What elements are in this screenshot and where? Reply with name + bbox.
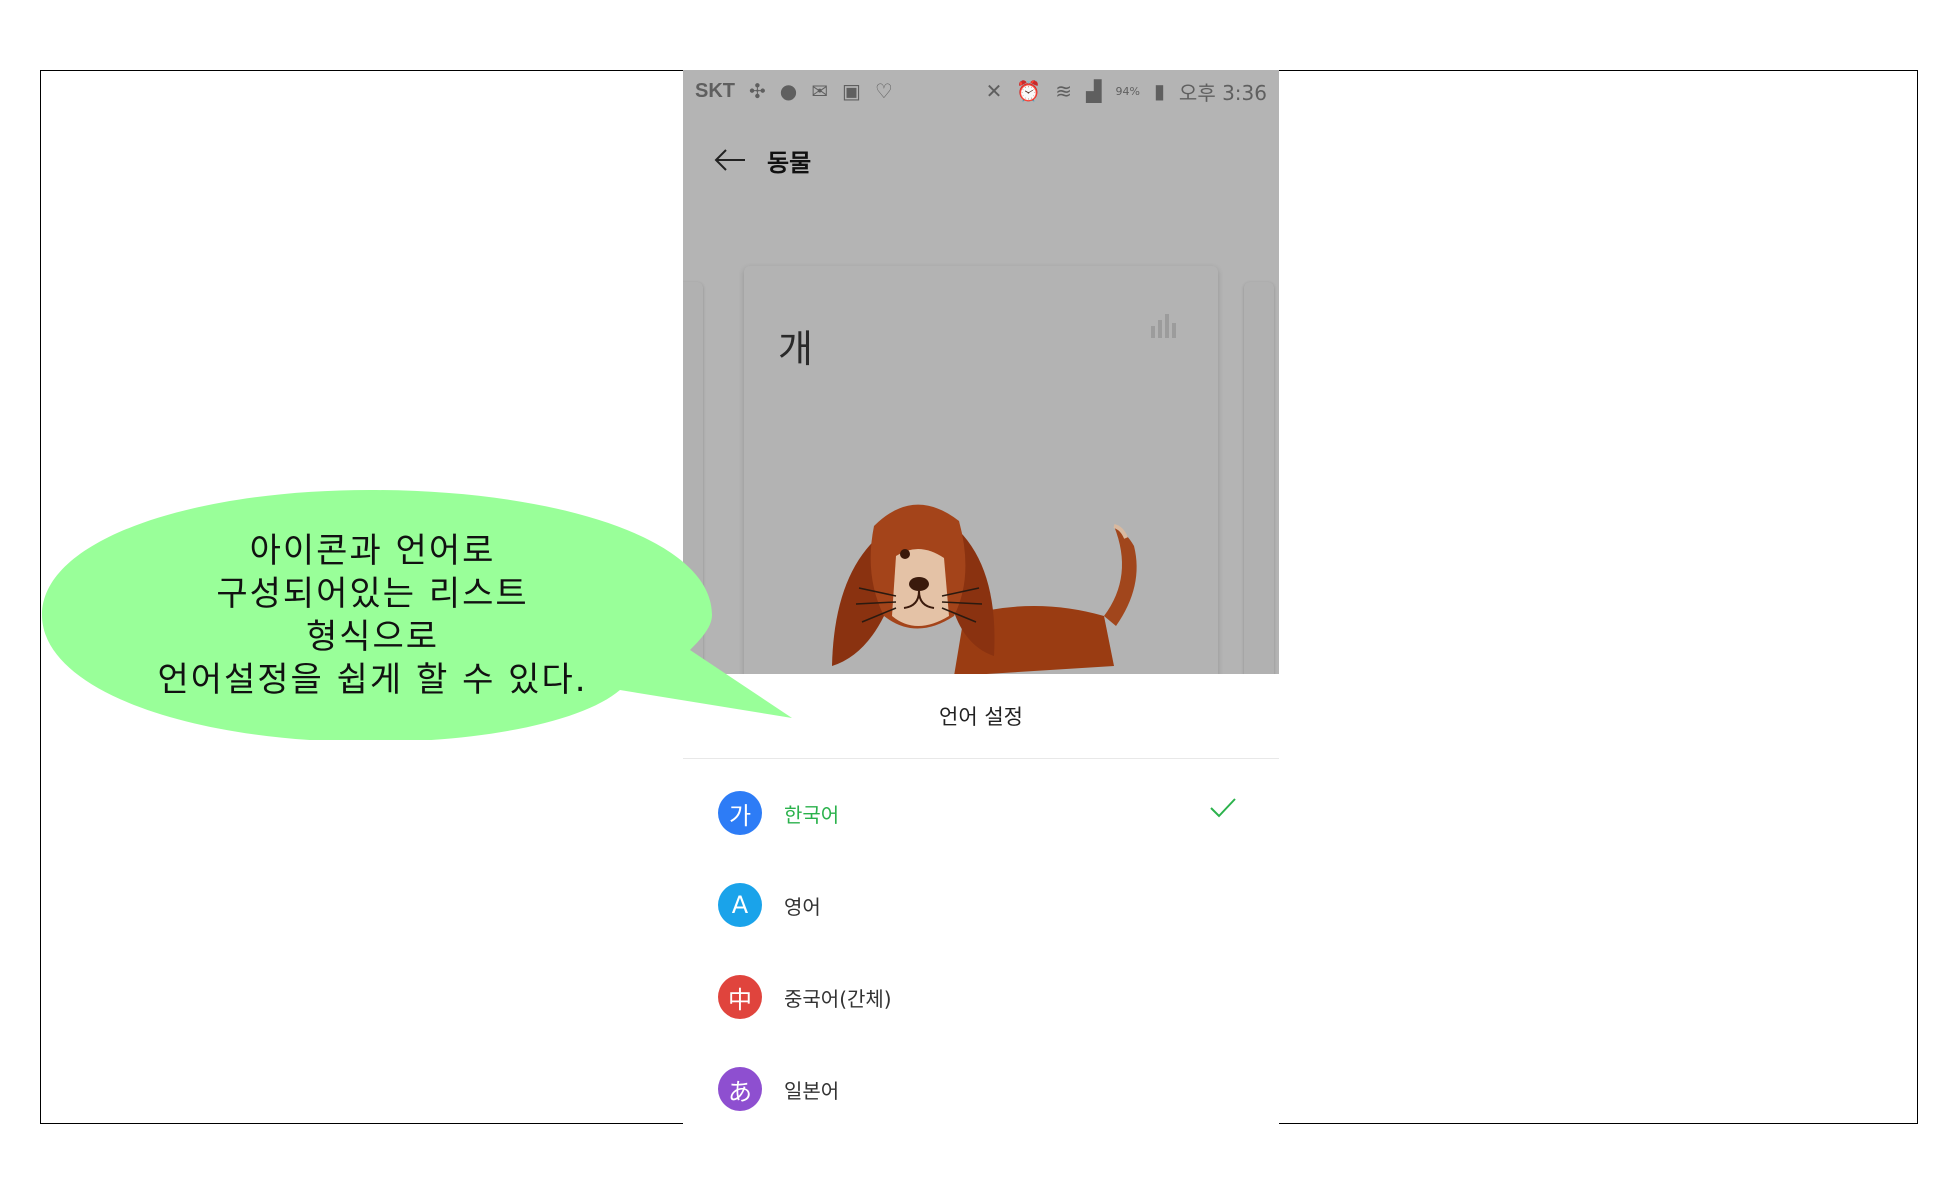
notification-app-icon: ✣ — [749, 79, 766, 103]
page-title: 동물 — [767, 148, 812, 177]
language-option-japanese[interactable]: あ 일본어 — [683, 1043, 1279, 1124]
battery-percent: 94% — [1115, 84, 1140, 98]
stats-icon[interactable] — [1150, 314, 1180, 342]
carrier-label: SKT — [695, 79, 735, 102]
next-card[interactable] — [1244, 282, 1274, 702]
language-label: 영어 — [784, 894, 821, 919]
checkmark-icon — [1209, 797, 1237, 823]
back-arrow-icon[interactable] — [705, 135, 755, 185]
gallery-icon: ▣ — [841, 79, 861, 103]
language-option-korean[interactable]: 가 한국어 — [683, 767, 1279, 859]
english-language-icon: A — [718, 883, 762, 927]
app-bar: 동물 — [683, 130, 1279, 190]
language-label: 한국어 — [784, 802, 840, 827]
language-label: 일본어 — [784, 1078, 840, 1103]
language-bottom-sheet: 언어 설정 가 한국어 A 영어 中 중국어(간체) あ 일본어 — [683, 674, 1279, 1124]
korean-language-icon: 가 — [718, 791, 762, 835]
status-bar: SKT ✣ ● ✉ ▣ ♡ ✕ ⏰ ≋ ▟ 94% ▮ 오후 3:36 — [683, 70, 1279, 112]
callout-line: 언어설정을 쉽게 할 수 있다. — [157, 660, 588, 700]
alarm-icon: ⏰ — [1016, 79, 1042, 103]
callout-text: 아이콘과 언어로 구성되어있는 리스트 형식으로 언어설정을 쉽게 할 수 있다… — [80, 530, 665, 702]
heart-chat-icon: ♡ — [874, 79, 893, 103]
talk-icon: ● — [779, 79, 798, 103]
word-card[interactable]: 개 — [744, 266, 1218, 706]
mute-icon: ✕ — [985, 79, 1003, 103]
card-word: 개 — [778, 327, 813, 371]
language-option-english[interactable]: A 영어 — [683, 859, 1279, 951]
japanese-language-icon: あ — [718, 1067, 762, 1111]
language-option-chinese[interactable]: 中 중국어(간체) — [683, 951, 1279, 1043]
callout-line: 아이콘과 언어로 — [249, 531, 496, 571]
callout-line: 형식으로 — [305, 617, 440, 657]
callout-line: 구성되어있는 리스트 — [216, 574, 529, 614]
battery-icon: ▮ — [1153, 79, 1165, 103]
signal-icon: ▟ — [1086, 79, 1102, 103]
clock: 오후 3:36 — [1178, 80, 1267, 105]
wifi-icon: ≋ — [1055, 79, 1073, 103]
chinese-language-icon: 中 — [718, 975, 762, 1019]
mail-icon: ✉ — [811, 79, 828, 103]
language-label: 중국어(간체) — [784, 986, 892, 1011]
